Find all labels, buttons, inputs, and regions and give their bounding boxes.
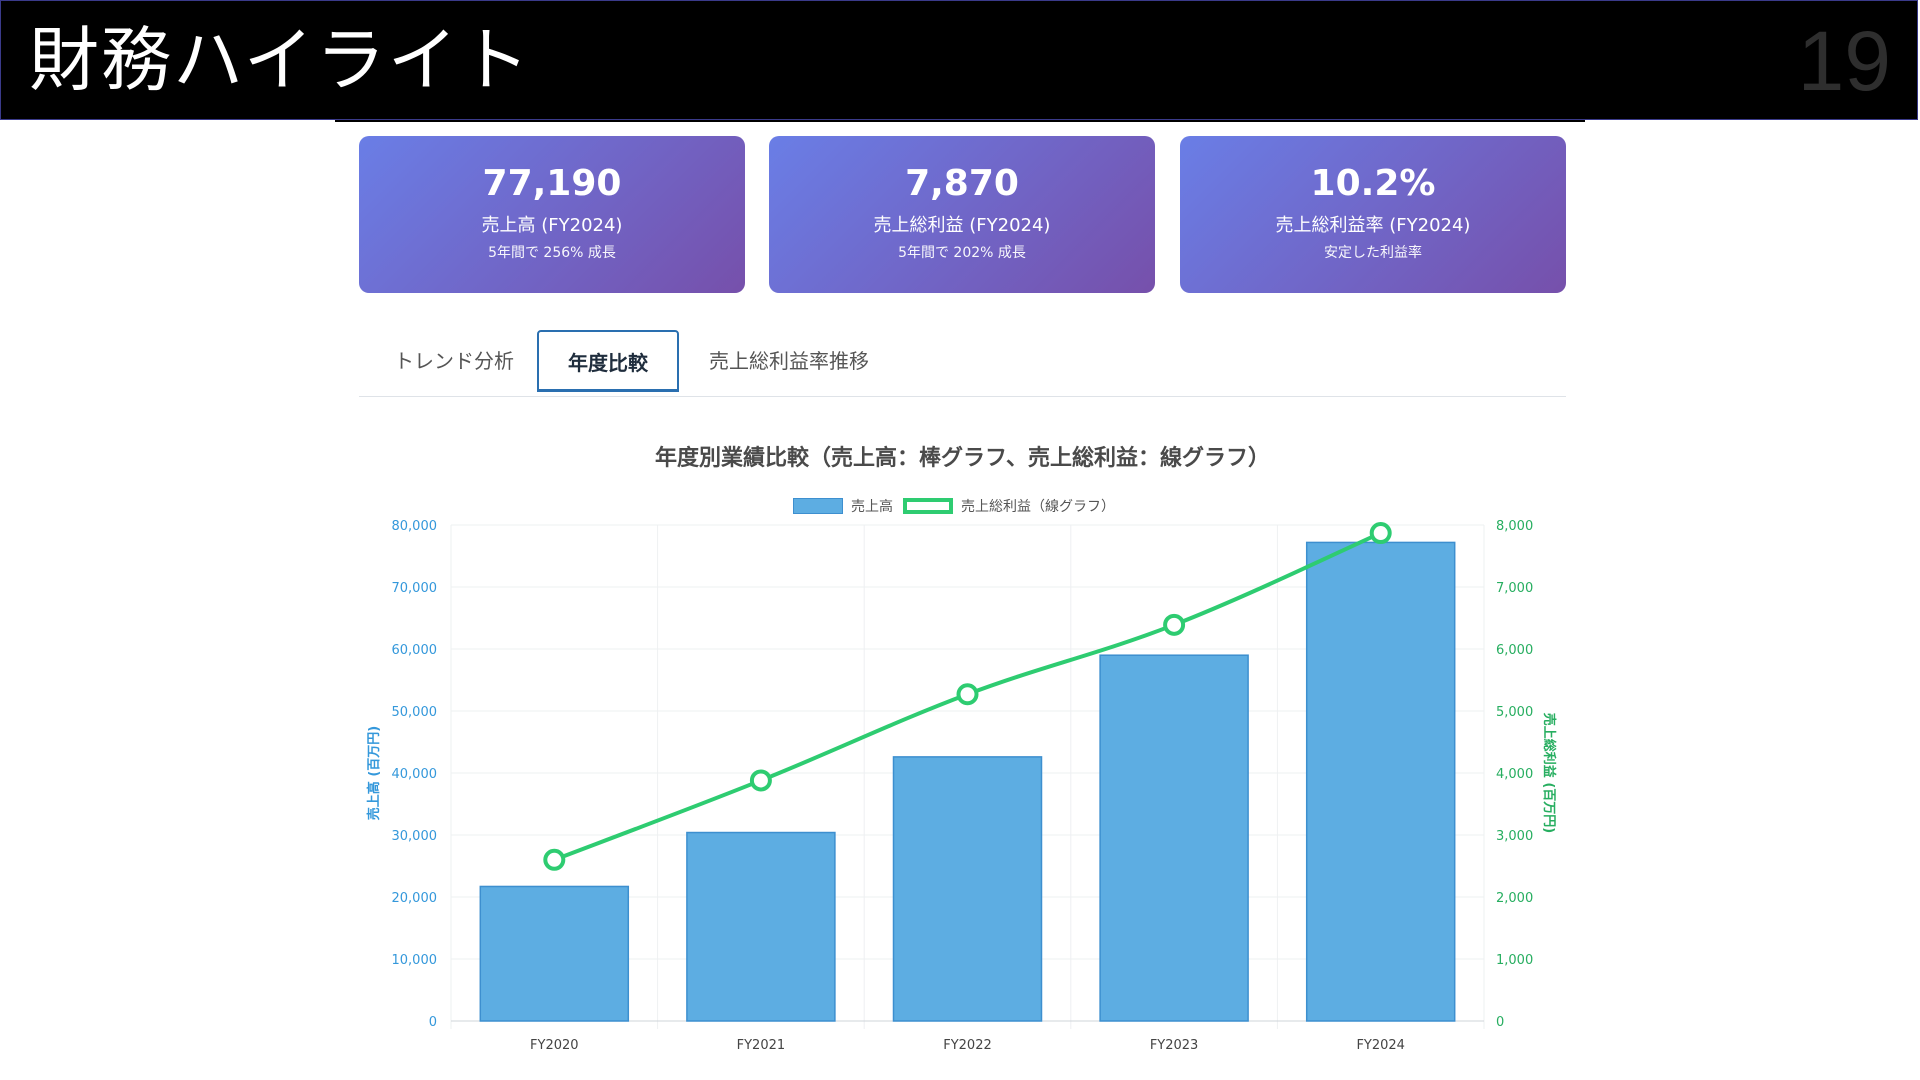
kpi-value: 7,870: [905, 163, 1019, 204]
gross-profit-point: [749, 769, 772, 792]
revenue-bar: [892, 756, 1043, 1022]
gross-profit-point: [543, 848, 566, 871]
y-left-tick-label: 0: [429, 1015, 437, 1030]
y-left-tick-label: 50,000: [392, 705, 438, 720]
kpi-note: 5年間で 256% 成長: [488, 245, 616, 261]
kpi-value: 77,190: [482, 163, 622, 204]
y-right-axis-label: 売上総利益 (百万円): [1541, 713, 1557, 833]
legend-swatch-gross-profit[interactable]: [903, 498, 953, 514]
y-right-tick-label: 2,000: [1496, 891, 1533, 906]
kpi-label: 売上総利益 (FY2024): [873, 215, 1051, 236]
kpi-value: 10.2%: [1310, 163, 1436, 204]
chart-tabs: トレンド分析 年度比較 売上総利益率推移: [359, 328, 1566, 397]
gross-profit-point: [956, 683, 979, 706]
x-tick-label: FY2021: [737, 1038, 786, 1053]
revenue-bar: [686, 831, 836, 1022]
chart-legend: 売上高 売上総利益（線グラフ）: [793, 495, 1115, 517]
y-left-tick-label: 40,000: [392, 767, 438, 782]
page-number: 19: [1797, 14, 1891, 108]
y-left-axis-label: 売上高 (百万円): [366, 726, 382, 820]
tab-yearly-comparison[interactable]: 年度比較: [537, 330, 679, 392]
legend-label-revenue: 売上高: [851, 499, 893, 515]
y-right-tick-label: 1,000: [1496, 953, 1533, 968]
kpi-label: 売上高 (FY2024): [481, 215, 623, 236]
y-right-tick-label: 4,000: [1496, 767, 1533, 782]
legend-swatch-revenue[interactable]: [793, 498, 843, 514]
y-right-tick-label: 3,000: [1496, 829, 1533, 844]
gross-profit-line: [553, 531, 1382, 862]
x-tick-label: FY2022: [943, 1038, 992, 1053]
kpi-note: 5年間で 202% 成長: [898, 245, 1026, 261]
tab-margin-trend[interactable]: 売上総利益率推移: [689, 330, 889, 392]
kpi-note: 安定した利益率: [1324, 245, 1422, 261]
y-left-tick-label: 30,000: [392, 829, 438, 844]
y-right-tick-label: 8,000: [1496, 519, 1533, 534]
kpi-card-margin: 10.2% 売上総利益率 (FY2024) 安定した利益率: [1180, 136, 1566, 293]
slide-header: 財務ハイライト 19: [0, 0, 1918, 120]
y-right-tick-label: 6,000: [1496, 643, 1533, 658]
gross-profit-point: [1163, 613, 1186, 636]
y-right-tick-label: 5,000: [1496, 705, 1533, 720]
x-tick-label: FY2020: [530, 1038, 579, 1053]
gross-profit-point: [1369, 522, 1392, 545]
legend-label-gross-profit: 売上総利益（線グラフ）: [961, 499, 1115, 515]
y-left-tick-label: 10,000: [392, 953, 438, 968]
y-left-tick-label: 20,000: [392, 891, 438, 906]
header-divider: [335, 120, 1585, 122]
y-right-tick-label: 0: [1496, 1015, 1504, 1030]
x-tick-label: FY2023: [1150, 1038, 1199, 1053]
kpi-label: 売上総利益率 (FY2024): [1275, 215, 1471, 236]
y-left-tick-label: 80,000: [392, 519, 438, 534]
tab-trend-analysis[interactable]: トレンド分析: [379, 330, 529, 392]
y-left-tick-label: 70,000: [392, 581, 438, 596]
kpi-card-revenue: 77,190 売上高 (FY2024) 5年間で 256% 成長: [359, 136, 745, 293]
y-left-tick-label: 60,000: [392, 643, 438, 658]
slide-title: 財務ハイライト: [29, 19, 532, 101]
revenue-bar: [479, 885, 630, 1022]
kpi-card-gross-profit: 7,870 売上総利益 (FY2024) 5年間で 202% 成長: [769, 136, 1155, 293]
x-tick-label: FY2024: [1356, 1038, 1405, 1053]
y-right-tick-label: 7,000: [1496, 581, 1533, 596]
revenue-bar: [1305, 541, 1456, 1022]
kpi-cards: 77,190 売上高 (FY2024) 5年間で 256% 成長 7,870 売…: [359, 136, 1566, 293]
revenue-bar: [1099, 654, 1249, 1022]
chart-title: 年度別業績比較（売上高：棒グラフ、売上総利益：線グラフ）: [654, 446, 1271, 471]
